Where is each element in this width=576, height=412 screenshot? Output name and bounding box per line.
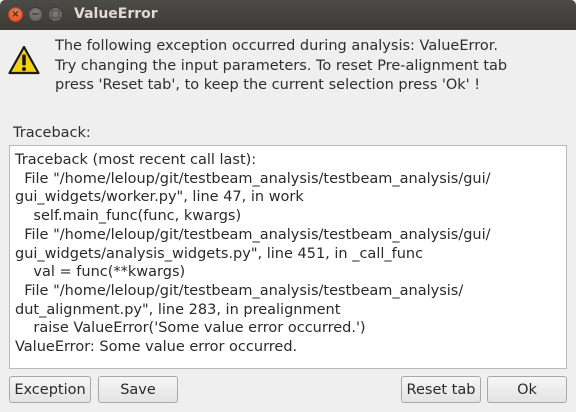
save-button[interactable]: Save: [98, 376, 178, 403]
ok-button[interactable]: Ok: [487, 376, 567, 403]
close-window-button[interactable]: ×: [8, 7, 23, 22]
maximize-icon: □: [50, 8, 61, 20]
traceback-line: dut_alignment.py", line 283, in prealign…: [15, 301, 341, 318]
message-line: The following exception occurred during …: [55, 38, 498, 54]
traceback-line: gui_widgets/analysis_widgets.py", line 4…: [15, 245, 424, 262]
traceback-line: self.main_func(func, kwargs): [15, 208, 242, 225]
traceback-line: File "/home/leloup/git/testbeam_analysis…: [15, 282, 464, 299]
traceback-label: Traceback:: [13, 125, 91, 141]
traceback-line: File "/home/leloup/git/testbeam_analysis…: [15, 170, 491, 187]
maximize-window-button[interactable]: □: [48, 7, 63, 22]
minimize-window-button[interactable]: −: [28, 7, 43, 22]
traceback-line: val = func(**kwargs): [15, 264, 186, 281]
title-bar[interactable]: × − □ ValueError: [0, 0, 576, 30]
reset-tab-button[interactable]: Reset tab: [401, 376, 481, 403]
warning-icon: [8, 45, 40, 75]
traceback-line: ValueError: Some value error occurred.: [15, 339, 298, 356]
close-icon: ×: [11, 8, 20, 20]
traceback-line: raise ValueError('Some value error occur…: [15, 320, 366, 337]
minimize-icon: −: [31, 8, 40, 20]
exception-button[interactable]: Exception: [9, 376, 91, 403]
message-line: Try changing the input parameters. To re…: [55, 57, 508, 74]
traceback-text-area[interactable]: Traceback (most recent call last): File …: [9, 145, 567, 369]
window-title: ValueError: [74, 6, 158, 22]
message-line: press 'Reset tab', to keep the current s…: [55, 77, 481, 93]
traceback-line: gui_widgets/worker.py", line 47, in work: [15, 189, 304, 206]
traceback-line: File "/home/leloup/git/testbeam_analysis…: [15, 226, 491, 243]
error-message: The following exception occurred during …: [55, 37, 565, 96]
traceback-line: Traceback (most recent call last):: [15, 152, 257, 168]
